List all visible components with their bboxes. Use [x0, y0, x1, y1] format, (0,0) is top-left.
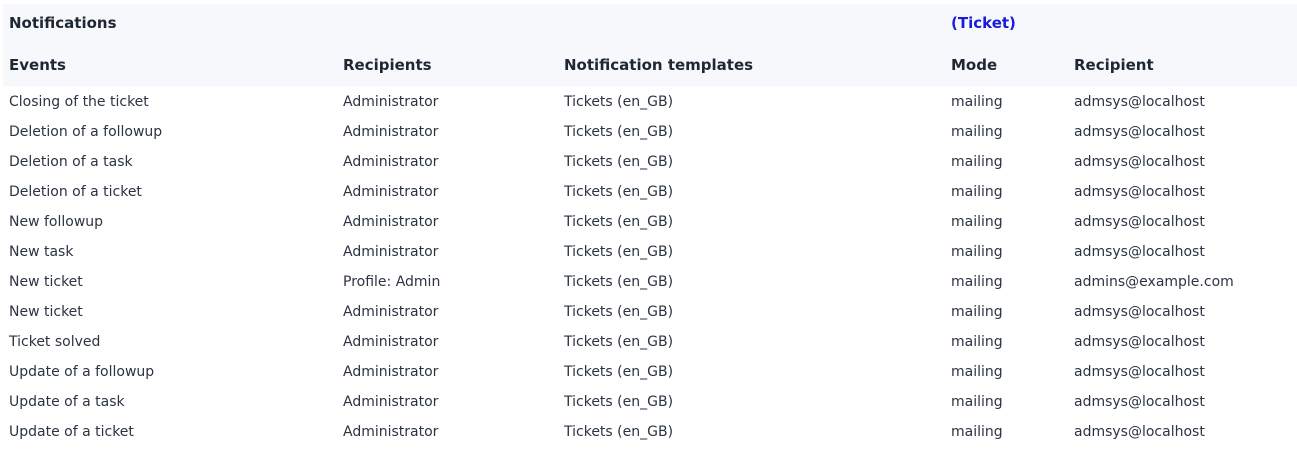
cell-event: New followup	[9, 214, 104, 230]
cell-mode: mailing	[951, 94, 1003, 110]
column-header-mode: Mode	[951, 56, 998, 74]
cell-recipients: Profile: Admin	[343, 274, 441, 290]
cell-event: Deletion of a task	[9, 154, 133, 170]
cell-template: Tickets (en_GB)	[564, 274, 674, 290]
cell-mode: mailing	[951, 184, 1003, 200]
page-title: Notifications	[9, 14, 117, 32]
column-header-events: Events	[9, 56, 66, 74]
table-row: New ticket Administrator Tickets (en_GB) ma…	[0, 297, 1297, 327]
cell-recipients: Administrator	[343, 154, 439, 170]
notifications-panel: Notifications (Ticket) Events Recipients…	[0, 0, 1297, 458]
cell-recipient: admsys@localhost	[1074, 124, 1205, 140]
cell-recipient: admsys@localhost	[1074, 304, 1205, 320]
cell-recipient: admsys@localhost	[1074, 94, 1205, 110]
cell-recipient: admsys@localhost	[1074, 154, 1205, 170]
cell-recipient: admsys@localhost	[1074, 244, 1205, 260]
table-row: New ticket Profile: Admin Tickets (en_GB) m…	[0, 267, 1297, 297]
cell-recipients: Administrator	[343, 334, 439, 350]
cell-mode: mailing	[951, 274, 1003, 290]
cell-recipients: Administrator	[343, 214, 439, 230]
cell-event: New task	[9, 244, 74, 260]
cell-template: Tickets (en_GB)	[564, 94, 674, 110]
cell-template: Tickets (en_GB)	[564, 244, 674, 260]
cell-recipients: Administrator	[343, 304, 439, 320]
cell-recipient: admsys@localhost	[1074, 394, 1205, 410]
column-header-templates: Notification templates	[564, 56, 754, 74]
table-row: New followup Administrator Tickets (en_GB)…	[0, 207, 1297, 237]
cell-recipient: admsys@localhost	[1074, 364, 1205, 380]
cell-template: Tickets (en_GB)	[564, 364, 674, 380]
cell-template: Tickets (en_GB)	[564, 394, 674, 410]
itemtype-link[interactable]: (Ticket)	[951, 13, 1016, 33]
cell-recipients: Administrator	[343, 364, 439, 380]
cell-template: Tickets (en_GB)	[564, 304, 674, 320]
cell-event: Ticket solved	[9, 334, 101, 350]
cell-mode: mailing	[951, 364, 1003, 380]
cell-mode: mailing	[951, 334, 1003, 350]
cell-recipients: Administrator	[343, 244, 439, 260]
cell-template: Tickets (en_GB)	[564, 124, 674, 140]
cell-recipients: Administrator	[343, 124, 439, 140]
cell-mode: mailing	[951, 394, 1003, 410]
cell-mode: mailing	[951, 304, 1003, 320]
table-row: Update of a followup Administrator Tickets…	[0, 357, 1297, 387]
cell-event: Deletion of a ticket	[9, 184, 142, 200]
table-row: Ticket solved Administrator Tickets (en_GB…	[0, 327, 1297, 357]
cell-mode: mailing	[951, 244, 1003, 260]
cell-template: Tickets (en_GB)	[564, 424, 674, 440]
cell-event: Update of a followup	[9, 364, 155, 380]
cell-template: Tickets (en_GB)	[564, 214, 674, 230]
cell-mode: mailing	[951, 124, 1003, 140]
cell-recipients: Administrator	[343, 424, 439, 440]
column-header-recipient: Recipient	[1074, 56, 1154, 74]
cell-recipient: admsys@localhost	[1074, 424, 1205, 440]
cell-event: Deletion of a followup	[9, 124, 163, 140]
cell-recipient: admsys@localhost	[1074, 184, 1205, 200]
cell-template: Tickets (en_GB)	[564, 184, 674, 200]
cell-template: Tickets (en_GB)	[564, 154, 674, 170]
table-row: Update of a ticket Administrator Tickets (…	[0, 417, 1297, 447]
table-row: Closing of the ticket Administrator Ticket…	[0, 87, 1297, 117]
table-row: Deletion of a ticket Administrator Tickets…	[0, 177, 1297, 207]
cell-recipients: Administrator	[343, 184, 439, 200]
cell-event: Update of a task	[9, 394, 125, 410]
cell-event: Closing of the ticket	[9, 94, 149, 110]
table-row: New task Administrator Tickets (en_GB) mail…	[0, 237, 1297, 267]
cell-recipient: admins@example.com	[1074, 274, 1234, 290]
cell-event: New ticket	[9, 304, 83, 320]
table-row: Update of a task Administrator Tickets (en…	[0, 387, 1297, 417]
cell-template: Tickets (en_GB)	[564, 334, 674, 350]
cell-event: Update of a ticket	[9, 424, 134, 440]
cell-recipients: Administrator	[343, 394, 439, 410]
cell-mode: mailing	[951, 424, 1003, 440]
cell-event: New ticket	[9, 274, 83, 290]
table-row: Deletion of a followup Administrator Ticke…	[0, 117, 1297, 147]
cell-mode: mailing	[951, 154, 1003, 170]
column-header-recipients: Recipients	[343, 56, 432, 74]
table-row: Deletion of a task Administrator Tickets (…	[0, 147, 1297, 177]
cell-recipient: admsys@localhost	[1074, 214, 1205, 230]
cell-mode: mailing	[951, 214, 1003, 230]
cell-recipient: admsys@localhost	[1074, 334, 1205, 350]
cell-recipients: Administrator	[343, 94, 439, 110]
